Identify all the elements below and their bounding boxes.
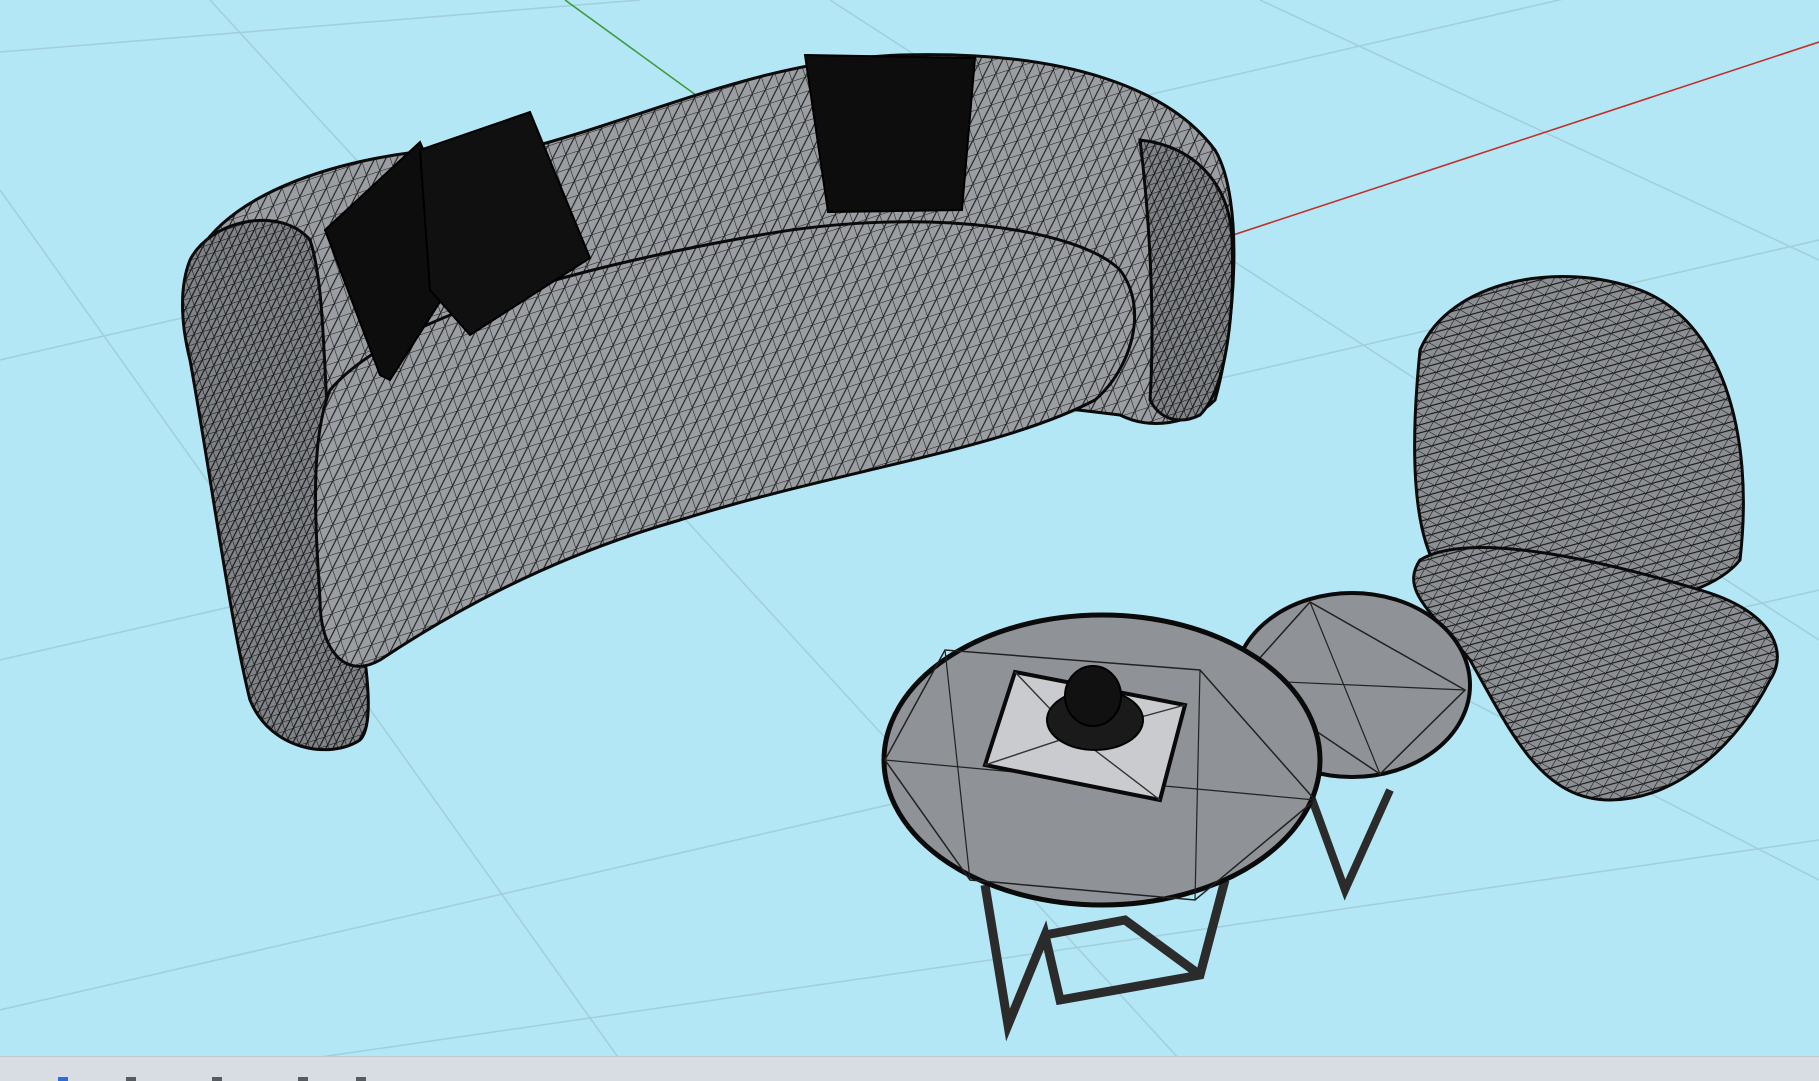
toolbar-tab-icon[interactable] [298,1077,308,1081]
pillow-right[interactable] [803,53,977,214]
toolbar-tab-active-icon[interactable] [58,1077,68,1081]
decor-object [1064,665,1122,727]
side-table-legs [1301,778,1394,901]
bottom-toolbar-edge [0,1056,1819,1081]
viewport-canvas[interactable] [0,0,1819,1056]
y-axis-line [564,0,701,99]
toolbar-tab-icon[interactable] [212,1077,222,1081]
x-axis-line [1229,41,1819,237]
toolbar-tab-icon[interactable] [356,1077,366,1081]
3d-viewport[interactable] [0,0,1819,1056]
toolbar-tab-icon[interactable] [126,1077,136,1081]
lounge-chair-model[interactable] [1412,275,1779,802]
